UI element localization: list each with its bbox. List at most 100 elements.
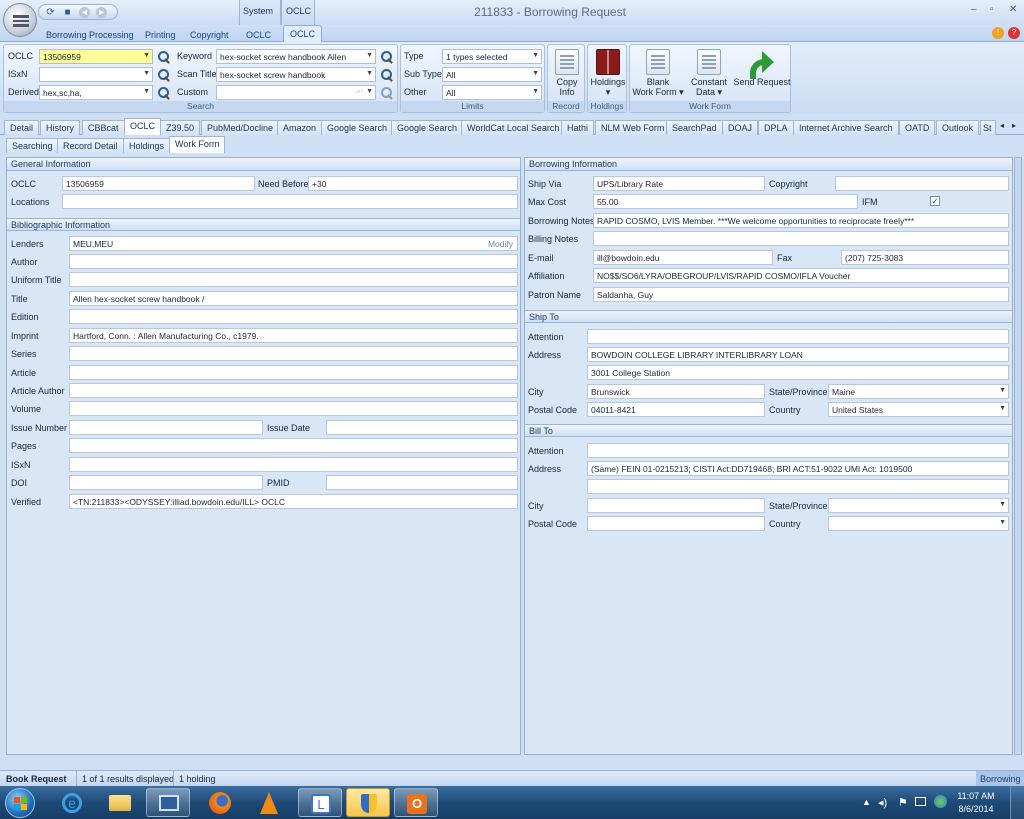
chevron-down-icon[interactable]: ▼ bbox=[532, 52, 539, 59]
volume-field[interactable] bbox=[69, 401, 518, 416]
chevron-left-icon[interactable]: ◂ bbox=[1000, 121, 1004, 130]
help-icon[interactable]: ? bbox=[1008, 27, 1020, 39]
tab-borrowing-processing[interactable]: Borrowing Processing bbox=[46, 30, 134, 40]
series-field[interactable] bbox=[69, 346, 518, 361]
forward-icon[interactable]: ▸ bbox=[96, 7, 107, 18]
modify-link[interactable]: Modify bbox=[488, 239, 513, 249]
taskbar-remote-desktop[interactable] bbox=[146, 788, 190, 817]
bill-address-field-1[interactable]: (Same) FEIN 01-0215213; CISTI Act:DD7194… bbox=[587, 461, 1009, 476]
tab-holdings[interactable]: Holdings bbox=[123, 138, 171, 153]
other-select[interactable]: All ▼ bbox=[442, 85, 542, 100]
tab-oclc-system[interactable]: OCLC bbox=[246, 30, 271, 40]
uniform-title-field[interactable] bbox=[69, 272, 518, 287]
email-field[interactable]: ill@bowdoin.edu bbox=[593, 250, 773, 265]
ship-postal-field[interactable]: 04011-8421 bbox=[587, 402, 765, 417]
bill-postal-field[interactable] bbox=[587, 516, 765, 531]
vertical-scrollbar[interactable] bbox=[1014, 157, 1022, 755]
tab-worldcat-local[interactable]: WorldCat Local Search bbox=[461, 120, 566, 135]
constant-data-button[interactable]: Constant Data ▾ bbox=[686, 49, 732, 97]
volume-icon[interactable]: ◂) bbox=[878, 796, 887, 809]
imprint-field[interactable]: Hartford, Conn. : Allen Manufacturing Co… bbox=[69, 328, 518, 343]
clock-time[interactable]: 11:07 AM bbox=[953, 791, 999, 801]
billing-notes-field[interactable] bbox=[593, 231, 1009, 246]
subtype-select[interactable]: All ▼ bbox=[442, 67, 542, 82]
verified-field[interactable]: <TN:211833><ODYSSEY:illiad.bowdoin.edu/I… bbox=[69, 494, 518, 509]
article-field[interactable] bbox=[69, 365, 518, 380]
tray-expand-icon[interactable]: ▲ bbox=[862, 797, 871, 807]
edition-field[interactable] bbox=[69, 309, 518, 324]
chevron-down-icon[interactable]: ▼ bbox=[366, 52, 373, 59]
network-icon[interactable] bbox=[915, 797, 926, 806]
tab-oclc[interactable]: OCLC bbox=[283, 25, 323, 43]
pmid-field[interactable] bbox=[326, 475, 518, 490]
fax-field[interactable]: (207) 725-3083 bbox=[841, 250, 1009, 265]
affiliation-field[interactable]: NO$$/SO6/LYRA/OBEGROUP/LVIS/RAPID COSMO/… bbox=[593, 268, 1009, 283]
isxn-field[interactable] bbox=[69, 457, 518, 472]
copyright-field[interactable] bbox=[835, 176, 1009, 191]
isxn-search-input[interactable]: ▼ bbox=[39, 67, 153, 82]
save-icon[interactable]: ■ bbox=[62, 7, 73, 18]
chevron-down-icon[interactable]: ▼ bbox=[366, 88, 373, 95]
ship-city-field[interactable]: Brunswick bbox=[587, 384, 765, 399]
chevron-down-icon[interactable]: ▼ bbox=[143, 70, 150, 77]
issue-number-field[interactable] bbox=[69, 420, 263, 435]
title-field[interactable]: Allen hex-socket screw handbook / bbox=[69, 291, 518, 306]
chevron-down-icon[interactable]: ▼ bbox=[532, 88, 539, 95]
bill-country-select[interactable]: ▼ bbox=[828, 516, 1009, 531]
clock-date[interactable]: 8/6/2014 bbox=[953, 804, 999, 814]
issue-date-field[interactable] bbox=[326, 420, 518, 435]
oclc-search-input[interactable]: 13506959 ▼ bbox=[39, 49, 153, 64]
maximize-icon[interactable]: ▫ bbox=[990, 4, 994, 15]
max-cost-field[interactable]: 55.00 bbox=[593, 194, 858, 209]
search-icon[interactable] bbox=[380, 68, 393, 81]
search-icon[interactable] bbox=[380, 86, 393, 99]
bill-attention-field[interactable] bbox=[587, 443, 1009, 458]
minimize-icon[interactable]: – bbox=[971, 4, 977, 15]
tab-searchpad[interactable]: SearchPad bbox=[666, 120, 723, 135]
lenders-field[interactable]: MEU,MEU Modify bbox=[69, 236, 518, 251]
flag-icon[interactable]: ⚑ bbox=[898, 796, 908, 809]
send-request-button[interactable]: Send Request bbox=[733, 49, 791, 87]
ship-state-select[interactable]: Maine ▼ bbox=[828, 384, 1009, 399]
close-icon[interactable]: ✕ bbox=[1009, 4, 1017, 15]
type-select[interactable]: 1 types selected ▼ bbox=[442, 49, 542, 64]
chevron-down-icon[interactable]: ▼ bbox=[532, 70, 539, 77]
chevron-down-icon[interactable]: ▼ bbox=[999, 405, 1006, 412]
chevron-right-icon[interactable]: ▸ bbox=[1012, 121, 1016, 130]
tab-oatd[interactable]: OATD bbox=[899, 120, 936, 135]
locations-field[interactable] bbox=[62, 194, 518, 209]
back-icon[interactable]: ◂ bbox=[79, 7, 90, 18]
taskbar-illiad[interactable]: L bbox=[298, 788, 342, 817]
derived-search-input[interactable]: hex,sc,ha, ▼ bbox=[39, 85, 153, 100]
chevron-down-icon[interactable]: ▼ bbox=[143, 88, 150, 95]
taskbar-firefox[interactable] bbox=[198, 788, 242, 817]
article-author-field[interactable] bbox=[69, 383, 518, 398]
oclc-field[interactable]: 13506959 bbox=[62, 176, 255, 191]
tab-internet-archive[interactable]: Internet Archive Search bbox=[793, 120, 899, 135]
tab-doaj[interactable]: DOAJ bbox=[722, 120, 759, 135]
chevron-down-icon[interactable]: ▼ bbox=[143, 52, 150, 59]
search-icon[interactable] bbox=[157, 86, 170, 99]
copy-info-button[interactable]: Copy Info bbox=[550, 49, 584, 97]
tab-history[interactable]: History bbox=[40, 120, 81, 135]
ship-attention-field[interactable] bbox=[587, 329, 1009, 344]
tab-copyright[interactable]: Copyright bbox=[190, 30, 229, 40]
taskbar-outlook[interactable]: O bbox=[394, 788, 438, 817]
keyword-search-input[interactable]: hex-socket screw handbook Allen ▼ bbox=[216, 49, 376, 64]
pages-field[interactable] bbox=[69, 438, 518, 453]
scan-title-input[interactable]: hex-socket screw handbook ▼ bbox=[216, 67, 376, 82]
tab-outlook[interactable]: Outlook bbox=[936, 120, 980, 135]
taskbar-explorer[interactable] bbox=[98, 788, 142, 817]
holdings-button[interactable]: Holdings ▾ bbox=[590, 49, 626, 97]
tab-google-search-1[interactable]: Google Search bbox=[321, 120, 394, 135]
tab-printing[interactable]: Printing bbox=[145, 30, 176, 40]
taskbar-security[interactable] bbox=[346, 788, 390, 817]
show-desktop-button[interactable] bbox=[1010, 786, 1024, 819]
tab-work-form[interactable]: Work Form bbox=[169, 136, 226, 153]
taskbar-ie[interactable]: e bbox=[50, 788, 94, 817]
tab-google-search-2[interactable]: Google Search bbox=[391, 120, 464, 135]
search-icon[interactable] bbox=[157, 68, 170, 81]
chevron-down-icon[interactable]: ▼ bbox=[999, 519, 1006, 526]
tab-z3950[interactable]: Z39.50 bbox=[160, 120, 201, 135]
application-menu-button[interactable] bbox=[3, 3, 37, 37]
